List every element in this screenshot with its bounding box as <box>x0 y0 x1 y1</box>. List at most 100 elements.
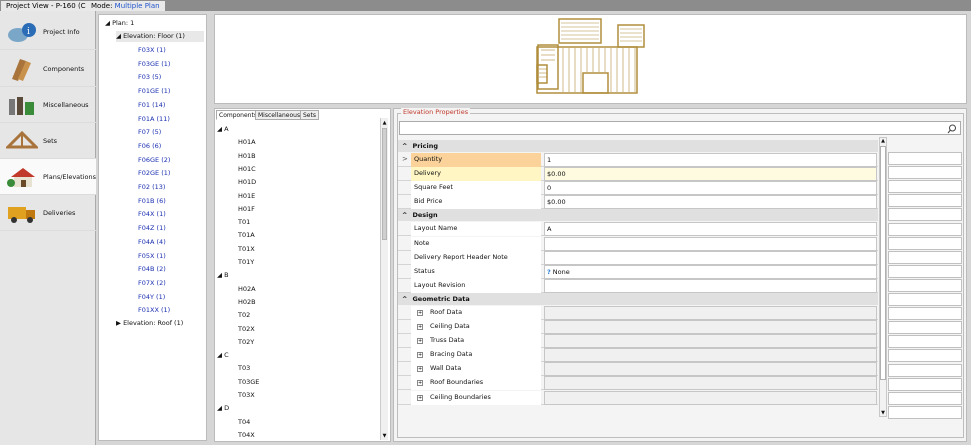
tree-item-floor[interactable]: F01GE (1) <box>138 86 170 97</box>
tree-node-elevation-roof[interactable]: ▶ Elevation: Roof (1) <box>116 318 183 329</box>
expand-icon[interactable]: + <box>417 394 423 401</box>
nav-plans-elevations[interactable]: Plans/Elevations <box>0 159 96 195</box>
nav-project-info[interactable]: i Project Info <box>0 14 96 50</box>
list-item[interactable]: H01E <box>238 190 255 202</box>
side-field[interactable] <box>888 321 962 335</box>
property-row[interactable]: Roof Data + <box>398 305 878 320</box>
property-row[interactable]: Roof Boundaries + <box>398 376 878 391</box>
property-search-input[interactable] <box>399 121 961 135</box>
property-row[interactable]: Quantity 1 <box>398 153 878 167</box>
property-value[interactable]: 0 <box>544 181 877 196</box>
property-row[interactable]: Layout Name A <box>398 222 878 237</box>
side-field[interactable] <box>888 250 962 264</box>
scroll-thumb[interactable] <box>382 128 387 240</box>
tree-item-floor[interactable]: F04A (4) <box>138 237 166 248</box>
property-value[interactable] <box>544 305 877 320</box>
list-item[interactable]: H01B <box>238 150 256 162</box>
list-group-header[interactable]: ◢ A <box>217 123 229 135</box>
list-item[interactable]: T03 <box>238 362 250 374</box>
property-row[interactable]: Wall Data + <box>398 362 878 377</box>
tree-item-floor[interactable]: F01XX (1) <box>138 305 170 316</box>
category-pricing[interactable]: ^ Pricing <box>398 140 878 152</box>
side-field[interactable] <box>888 405 962 419</box>
expand-icon[interactable]: + <box>417 309 423 316</box>
property-row[interactable]: Note <box>398 236 878 251</box>
tree-node-elevation-floor[interactable]: ◢ Elevation: Floor (1) <box>116 31 204 42</box>
tab-miscellaneous[interactable]: Miscellaneous <box>255 110 304 120</box>
property-value[interactable]: $0.00 <box>544 195 877 210</box>
list-scrollbar[interactable]: ▲ ▼ <box>380 118 388 440</box>
list-item[interactable]: T01Y <box>238 256 254 268</box>
tree-item-floor[interactable]: F06GE (2) <box>138 155 170 166</box>
list-item[interactable]: H02B <box>238 296 256 308</box>
list-item[interactable]: H01F <box>238 203 255 215</box>
property-row[interactable]: Bracing Data + <box>398 348 878 363</box>
tree-item-floor[interactable]: F07 (5) <box>138 127 161 138</box>
side-field[interactable] <box>888 222 962 236</box>
scroll-down-icon[interactable]: ▼ <box>381 433 388 439</box>
nav-sets[interactable]: Sets <box>0 123 96 159</box>
side-field[interactable] <box>888 166 962 180</box>
tree-node-plan[interactable]: ◢ Plan: 1 <box>105 18 134 29</box>
property-row[interactable]: Ceiling Boundaries + <box>398 390 878 405</box>
property-row[interactable]: Delivery Report Header Note <box>398 250 878 265</box>
property-value[interactable] <box>544 376 877 391</box>
scroll-up-icon[interactable]: ▲ <box>880 138 886 144</box>
side-field[interactable] <box>888 194 962 208</box>
property-value[interactable] <box>544 250 877 265</box>
expand-icon[interactable]: + <box>417 380 423 387</box>
side-field[interactable] <box>888 363 962 377</box>
expand-icon[interactable]: + <box>417 338 423 345</box>
property-scrollbar[interactable]: ▲ ▼ <box>879 137 887 417</box>
search-icon[interactable] <box>947 124 957 134</box>
list-group-header[interactable]: ◢ C <box>217 349 229 361</box>
side-field[interactable] <box>888 293 962 306</box>
property-row[interactable]: Layout Revision <box>398 278 878 293</box>
list-item[interactable]: T04X <box>238 429 255 441</box>
property-row[interactable]: Square Feet 0 <box>398 181 878 196</box>
side-field[interactable] <box>888 335 962 349</box>
property-row[interactable]: Delivery $0.00 <box>398 167 878 182</box>
property-value[interactable]: 1 <box>544 153 877 167</box>
tree-item-floor[interactable]: F02 (13) <box>138 182 165 193</box>
property-row[interactable]: Truss Data + <box>398 334 878 349</box>
tree-item-floor[interactable]: F07X (2) <box>138 278 166 289</box>
property-value[interactable]: A <box>544 222 877 237</box>
tree-item-floor[interactable]: F03GE (1) <box>138 59 170 70</box>
list-item[interactable]: T01 <box>238 216 250 228</box>
property-value[interactable] <box>544 278 877 293</box>
tree-item-floor[interactable]: F01A (11) <box>138 114 170 125</box>
tree-item-floor[interactable]: F01B (6) <box>138 196 166 207</box>
property-value[interactable] <box>544 320 877 334</box>
category-geometric-data[interactable]: ^ Geometric Data <box>398 292 878 305</box>
list-group-header[interactable]: ◢ D <box>217 402 229 414</box>
tab-sets[interactable]: Sets <box>300 110 319 120</box>
tab-components[interactable]: Components <box>216 110 260 120</box>
tree-item-floor[interactable]: F04B (2) <box>138 264 166 275</box>
list-item[interactable]: T01X <box>238 243 255 255</box>
scroll-up-icon[interactable]: ▲ <box>381 120 388 126</box>
category-design[interactable]: ^ Design <box>398 209 878 222</box>
tree-item-floor[interactable]: F04Z (1) <box>138 223 166 234</box>
tree-item-floor[interactable]: F05X (1) <box>138 251 166 262</box>
tree-item-floor[interactable]: F04X (1) <box>138 209 166 220</box>
scroll-down-icon[interactable]: ▼ <box>880 410 886 416</box>
property-value[interactable]: $0.00 <box>544 167 877 182</box>
list-group-header[interactable]: ◢ B <box>217 269 229 281</box>
property-value[interactable] <box>544 362 877 377</box>
property-value[interactable]: ? None <box>544 264 877 279</box>
tree-item-floor[interactable]: F03 (5) <box>138 72 161 83</box>
list-item[interactable]: H01A <box>238 136 256 148</box>
expand-icon[interactable]: + <box>417 324 423 330</box>
scroll-thumb[interactable] <box>880 146 886 380</box>
side-field[interactable] <box>888 180 962 194</box>
property-row[interactable]: Bid Price $0.00 <box>398 195 878 210</box>
side-field[interactable] <box>888 349 962 363</box>
list-item[interactable]: T03X <box>238 389 255 401</box>
property-value[interactable] <box>544 390 877 405</box>
property-row[interactable]: Ceiling Data + <box>398 320 878 334</box>
list-item[interactable]: T04 <box>238 416 250 428</box>
tree-item-floor[interactable]: F03X (1) <box>138 45 166 56</box>
list-item[interactable]: T03GE <box>238 376 259 388</box>
side-field[interactable] <box>888 307 962 321</box>
